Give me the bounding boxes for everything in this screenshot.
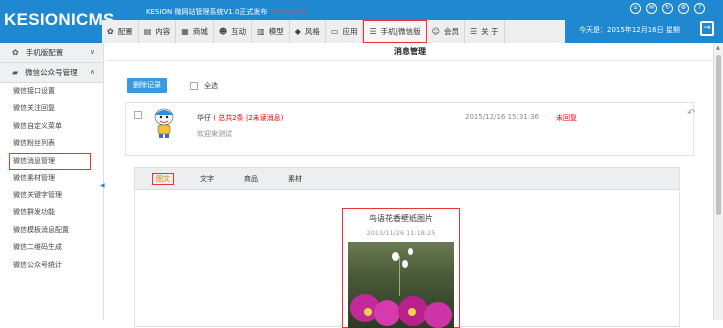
nav-item-label: 配置: [117, 27, 133, 36]
delete-records-button[interactable]: 删除记录: [127, 78, 167, 93]
collapse-sidebar-icon[interactable]: ◀: [100, 182, 105, 189]
monitor-icon: ▭: [330, 27, 339, 36]
top-icons: ⌂ ✉ ↻ ⚙ ?: [630, 3, 705, 14]
user-icon: ☺: [431, 27, 440, 36]
nav-item-label: 内容: [155, 27, 171, 36]
nav-item-label: 应用: [342, 27, 358, 36]
message-checkbox[interactable]: [134, 111, 142, 119]
system-name: KESION 微网站管理系统V1.0正式发布 2015/2/15: [146, 8, 306, 16]
nav-item-6[interactable]: ▭ 应用: [326, 20, 364, 43]
scroll-thumb[interactable]: [716, 55, 721, 215]
nav-item-7[interactable]: ☰ 手机|微信版: [363, 20, 427, 43]
sidebar-item-6[interactable]: 微信关键字管理: [0, 187, 103, 204]
sidebar-item-8[interactable]: 微信模板消息配置: [0, 222, 103, 239]
today-date: 今天是：2015年12月16日 星期: [579, 26, 680, 34]
help-icon[interactable]: ?: [694, 3, 705, 14]
sidebar-item-5[interactable]: 微信素材管理: [0, 170, 103, 187]
reply-panel: 图文 文字 商品 素材 鸟语花香壁纸图片 2013/11/26 11:18:25: [134, 167, 680, 328]
menu-icon: ☰: [470, 27, 478, 36]
tab-label: 图文: [152, 173, 174, 185]
chevron-down-icon: ∨: [89, 48, 95, 56]
chevron-up-icon: ∧: [89, 68, 95, 76]
tab-2[interactable]: 商品: [231, 168, 271, 189]
scroll-up-icon[interactable]: ▲: [716, 45, 720, 51]
gear-icon: ✿: [12, 48, 19, 57]
sidebar-item-2[interactable]: 微信自定义菜单: [0, 118, 103, 135]
refresh-icon[interactable]: ↻: [662, 3, 673, 14]
message-icon[interactable]: ✉: [646, 3, 657, 14]
nav-item-label: 互动: [231, 27, 247, 36]
document-icon: ▤: [143, 27, 152, 36]
sidebar-item-4[interactable]: 微信消息管理: [9, 152, 91, 170]
select-all[interactable]: 全选: [190, 81, 218, 91]
sidebar-item-1[interactable]: 微信关注回复: [0, 100, 103, 117]
chat-icon: ▰: [12, 68, 19, 77]
main-nav: ✿ 配置 ▤ 内容 ▦ 商城 ☻ 互动 ▥ 模型 ◆ 风格 ▭ 应用 ☰ 手机|微信版 ☺ 会员 ☰ 关 于: [102, 20, 565, 43]
sidebar-item-10[interactable]: 微信公众号统计: [0, 257, 103, 274]
settings-icon[interactable]: ⚙: [678, 3, 689, 14]
reply-icon[interactable]: ↶: [687, 108, 695, 119]
sidebar-item-7[interactable]: 微信群发功能: [0, 204, 103, 221]
nav-item-label: 风格: [304, 27, 320, 36]
tab-label: 文字: [200, 175, 214, 183]
nav-item-label: 关 于: [481, 27, 499, 36]
sidebar-item-9[interactable]: 微信二维码生成: [0, 239, 103, 256]
sidebar-section-mobile[interactable]: ✿ 手机版配置 ∨: [0, 43, 103, 63]
nav-item-2[interactable]: ▦ 商城: [176, 20, 214, 43]
tab-1[interactable]: 文字: [187, 168, 227, 189]
page-title: 消息管理: [107, 43, 713, 61]
nav-item-4[interactable]: ▥ 模型: [252, 20, 290, 43]
message-content: 欢迎来测试: [197, 130, 232, 138]
nav-item-5[interactable]: ◆ 风格: [290, 20, 326, 43]
scrollbar[interactable]: ▲: [713, 43, 723, 320]
home-icon[interactable]: ⌂: [630, 3, 641, 14]
card-title: 鸟语花香壁纸图片: [369, 214, 433, 223]
main-content: 消息管理 删除记录 全选 华仔 ( 总共2条 |2未读消息) 欢迎来测试 201…: [107, 43, 713, 328]
nav-item-1[interactable]: ▤ 内容: [139, 20, 177, 43]
message-sender: 华仔 ( 总共2条 |2未读消息): [197, 114, 284, 122]
reply-status: 未回复: [556, 114, 577, 122]
nav-item-9[interactable]: ☰ 关 于: [465, 20, 505, 43]
sidebar-section-wechat[interactable]: ▰ 微信公众号管理 ∧: [0, 63, 103, 83]
sidebar-item-3[interactable]: 微信粉丝列表: [0, 135, 103, 152]
logo: KESIONICMS: [4, 10, 115, 29]
nav-item-0[interactable]: ✿ 配置: [102, 20, 139, 43]
news-card[interactable]: 鸟语花香壁纸图片 2013/11/26 11:18:25: [342, 208, 460, 328]
reply-tabs: 图文 文字 商品 素材: [135, 168, 679, 190]
nav-item-label: 手机|微信版: [380, 27, 421, 36]
select-all-checkbox[interactable]: [190, 82, 198, 90]
nav-item-3[interactable]: ☻ 互动: [214, 20, 253, 43]
tab-label: 商品: [244, 175, 258, 183]
message-row: 华仔 ( 总共2条 |2未读消息) 欢迎来测试 2015/12/16 15:31…: [125, 102, 695, 156]
tag-icon: ◆: [294, 27, 301, 36]
grid-icon: ▥: [257, 27, 265, 36]
tab-3[interactable]: 素材: [275, 168, 315, 189]
gear-icon: ✿: [107, 27, 114, 36]
exit-icon[interactable]: →: [700, 21, 714, 36]
card-date: 2013/11/26 11:18:25: [366, 229, 436, 237]
sidebar-item-0[interactable]: 微信接口设置: [0, 83, 103, 100]
message-time: 2015/12/16 15:31:36: [465, 113, 540, 121]
top-bar: KESIONICMS KESION 微网站管理系统V1.0正式发布 2015/2…: [0, 0, 723, 43]
tab-label: 素材: [288, 175, 302, 183]
nav-item-label: 模型: [268, 27, 284, 36]
nav-item-label: 商城: [192, 27, 208, 36]
avatar: [154, 108, 174, 138]
sidebar: ✿ 手机版配置 ∨ ▰ 微信公众号管理 ∧ 微信接口设置 微信关注回复 微信自定义菜…: [0, 43, 104, 320]
tab-0[interactable]: 图文: [143, 168, 183, 189]
shop-icon: ▦: [181, 27, 189, 36]
card-image: [348, 242, 454, 328]
people-icon: ☻: [218, 27, 228, 36]
nav-item-8[interactable]: ☺ 会员: [427, 20, 465, 43]
menu-icon: ☰: [369, 27, 377, 36]
nav-item-label: 会员: [444, 27, 459, 36]
